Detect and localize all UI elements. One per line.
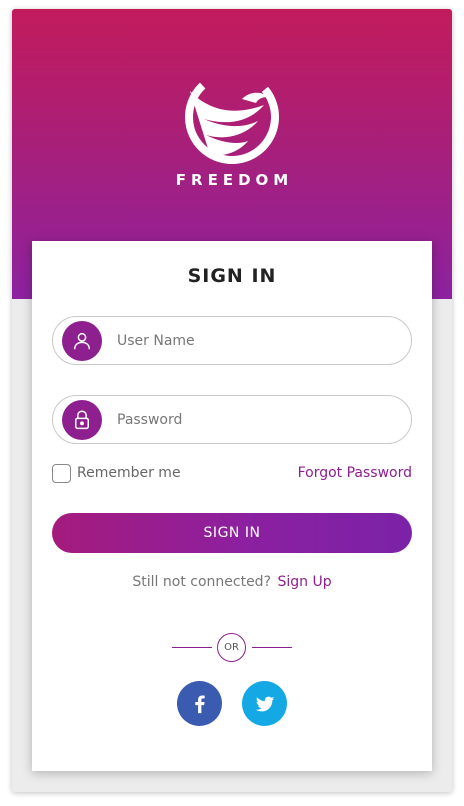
remember-label: Remember me bbox=[77, 465, 181, 481]
sign-up-link[interactable]: Sign Up bbox=[277, 574, 331, 590]
facebook-button[interactable] bbox=[177, 681, 222, 726]
username-input[interactable] bbox=[115, 317, 395, 364]
not-connected-text: Still not connected? bbox=[132, 574, 272, 590]
facebook-icon bbox=[194, 695, 205, 713]
or-divider: OR bbox=[172, 633, 292, 663]
username-field[interactable] bbox=[52, 316, 412, 365]
divider-line-right bbox=[252, 647, 292, 648]
twitter-icon bbox=[255, 696, 274, 711]
sign-in-button[interactable]: SIGN IN bbox=[52, 513, 412, 553]
remember-me[interactable]: Remember me bbox=[52, 463, 181, 483]
form-title: SIGN IN bbox=[187, 265, 277, 287]
brand-name: FREEDOM bbox=[175, 171, 294, 189]
sign-in-card: SIGN IN Remember me bbox=[32, 241, 432, 771]
app-frame: FREEDOM SIGN IN User Name Remember me Fo… bbox=[12, 9, 452, 792]
password-input[interactable] bbox=[115, 396, 395, 443]
user-icon bbox=[62, 321, 102, 361]
lock-icon bbox=[62, 400, 102, 440]
or-badge: OR bbox=[217, 633, 246, 662]
divider-line-left bbox=[172, 647, 212, 648]
freedom-logo bbox=[185, 70, 279, 164]
twitter-button[interactable] bbox=[242, 681, 287, 726]
signup-prompt: Still not connected? Sign Up bbox=[32, 574, 432, 590]
forgot-password-link[interactable]: Forgot Password bbox=[298, 465, 412, 481]
password-field[interactable] bbox=[52, 395, 412, 444]
remember-checkbox[interactable] bbox=[52, 463, 71, 483]
